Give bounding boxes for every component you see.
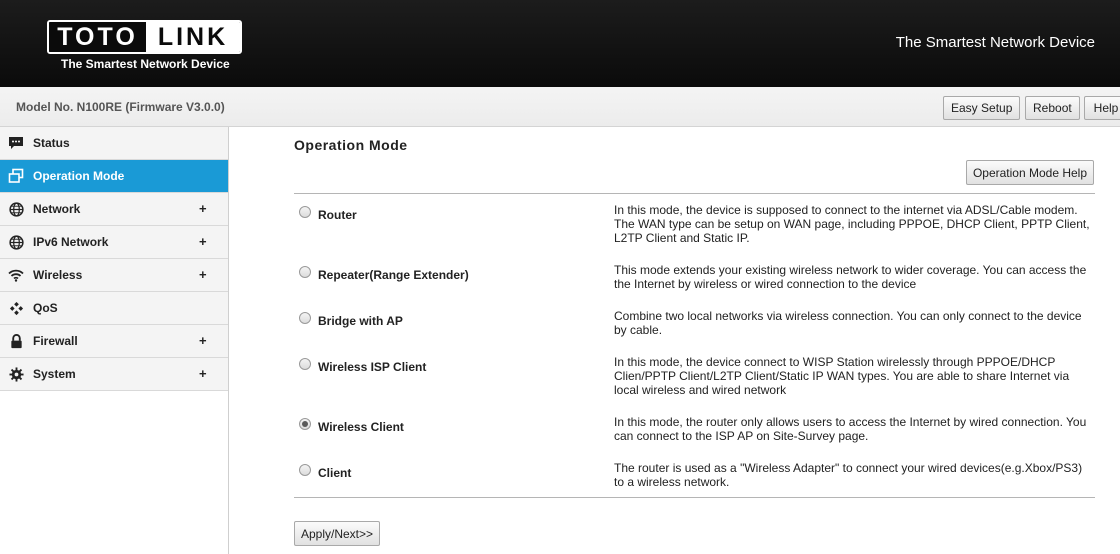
gear-icon	[8, 366, 24, 382]
mode-description: This mode extends your existing wireless…	[614, 263, 1087, 291]
totolink-logo: TOTO LINK The Smartest Network Device	[47, 20, 242, 71]
sidebar-item-label: IPv6 Network	[33, 235, 109, 249]
sidebar-item-ipv6-network[interactable]: IPv6 Network +	[0, 226, 228, 259]
mode-description: Combine two local networks via wireless …	[614, 309, 1082, 337]
sidebar-item-firewall[interactable]: Firewall +	[0, 325, 228, 358]
expand-plus-icon[interactable]: +	[199, 267, 207, 282]
sidebar-item-status[interactable]: Status	[0, 127, 228, 160]
radio-router[interactable]	[299, 206, 311, 218]
mode-description: In this mode, the device is supposed to …	[614, 203, 1090, 245]
sidebar-item-wireless[interactable]: Wireless +	[0, 259, 228, 292]
sidebar-item-label: Firewall	[33, 334, 78, 348]
mode-label: Client	[318, 466, 352, 480]
sidebar-item-label: Operation Mode	[33, 169, 125, 183]
mode-label: Bridge with AP	[318, 314, 403, 328]
divider-bottom	[294, 497, 1095, 498]
sidebar-item-network[interactable]: Network +	[0, 193, 228, 226]
mode-label: Wireless ISP Client	[318, 360, 427, 374]
mode-description: In this mode, the router only allows use…	[614, 415, 1087, 443]
sidebar-item-label: Network	[33, 202, 81, 216]
sidebar-item-label: Wireless	[33, 268, 83, 282]
page-title: Operation Mode	[294, 137, 408, 153]
lock-icon	[8, 333, 24, 349]
sidebar-item-qos[interactable]: QoS	[0, 292, 228, 325]
divider-top	[294, 193, 1095, 194]
logo-text-right: LINK	[146, 22, 240, 52]
easy-setup-button[interactable]: Easy Setup	[943, 96, 1021, 120]
radio-wisp-client[interactable]	[299, 358, 311, 370]
mode-label: Repeater(Range Extender)	[318, 268, 469, 282]
sidebar: Status Operation Mode Network + IPv6 Net…	[0, 127, 229, 554]
logo-text-left: TOTO	[49, 22, 146, 52]
expand-plus-icon[interactable]: +	[199, 333, 207, 348]
qos-icon	[8, 300, 24, 316]
sidebar-item-label: Status	[33, 136, 70, 150]
model-info: Model No. N100RE (Firmware V3.0.0)	[16, 100, 225, 114]
help-button[interactable]: Help	[1084, 96, 1120, 120]
radio-repeater[interactable]	[299, 266, 311, 278]
mode-description: In this mode, the device connect to WISP…	[614, 355, 1070, 397]
sidebar-item-label: System	[33, 367, 76, 381]
apply-next-button[interactable]: Apply/Next>>	[294, 521, 380, 546]
operation-mode-help-button[interactable]: Operation Mode Help	[966, 160, 1094, 185]
expand-plus-icon[interactable]: +	[199, 201, 207, 216]
radio-wireless-client[interactable]	[299, 418, 311, 430]
header-tagline: The Smartest Network Device	[895, 34, 1095, 51]
expand-plus-icon[interactable]: +	[199, 234, 207, 249]
chat-icon	[8, 135, 24, 151]
sidebar-nav: Status Operation Mode Network + IPv6 Net…	[0, 127, 228, 391]
window-icon	[8, 168, 24, 184]
reboot-button[interactable]: Reboot	[1025, 96, 1080, 120]
mode-label: Wireless Client	[318, 420, 404, 434]
globe-icon	[8, 234, 24, 250]
sidebar-item-system[interactable]: System +	[0, 358, 228, 391]
top-toolbar: Model No. N100RE (Firmware V3.0.0) Easy …	[0, 87, 1120, 127]
expand-plus-icon[interactable]: +	[199, 366, 207, 381]
logo-tagline: The Smartest Network Device	[61, 57, 230, 71]
header-banner: TOTO LINK The Smartest Network Device Th…	[0, 0, 1120, 87]
mode-label: Router	[318, 208, 357, 222]
radio-client[interactable]	[299, 464, 311, 476]
globe-icon	[8, 201, 24, 217]
sidebar-item-operation-mode[interactable]: Operation Mode	[0, 160, 228, 193]
sidebar-item-label: QoS	[33, 301, 58, 315]
wifi-icon	[8, 267, 24, 283]
mode-description: The router is used as a "Wireless Adapte…	[614, 461, 1083, 489]
radio-bridge[interactable]	[299, 312, 311, 324]
